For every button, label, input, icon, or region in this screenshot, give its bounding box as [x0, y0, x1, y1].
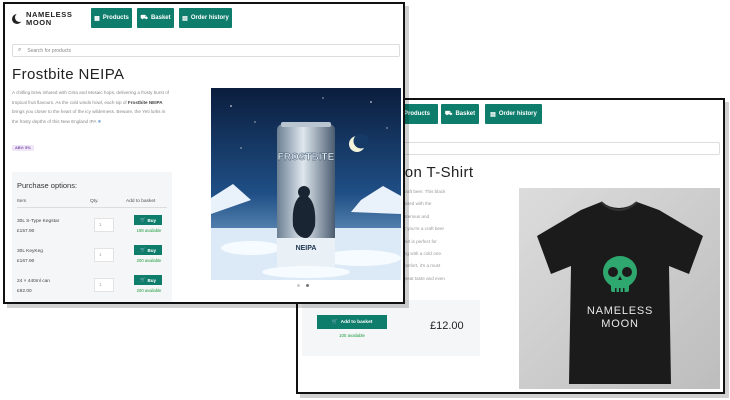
cart-icon: 🛒: [331, 319, 338, 325]
column-item: Item: [17, 199, 27, 204]
description-line: fo craft beer. This black: [398, 189, 446, 194]
neipa-product-image[interactable]: FROSTBITE NEIPA: [211, 88, 401, 280]
stock-available: 198 available: [136, 228, 162, 233]
carousel-dots[interactable]: [297, 284, 309, 287]
stock-available: 200 available: [136, 258, 162, 263]
product-title: Frostbite NEIPA: [12, 66, 125, 83]
moon-logo-icon: [12, 13, 24, 24]
description-line: ther you're a craft beer: [398, 226, 445, 232]
can-label-top: FROSTBITE: [278, 152, 335, 163]
item-name: 30L S-Type Kegstar: [17, 219, 60, 224]
item-price: £92.00: [17, 289, 32, 294]
nav-basket-label: Basket: [150, 15, 171, 21]
nav-basket-label: Basket: [455, 111, 476, 117]
purchase-options-panel: Purchase options: Item Qty. Add to baske…: [12, 172, 172, 302]
abv-badge: ABV: 5%: [12, 145, 34, 151]
buy-button[interactable]: 🛒 Buy: [134, 275, 162, 285]
purchase-panel: 🛒 Add to basket 100 available £12.00: [302, 300, 480, 356]
quantity-input[interactable]: 1: [94, 248, 114, 262]
nav-products-button[interactable]: ▦ Products: [91, 8, 132, 28]
product-description: A chilling brew infused with Citra and M…: [12, 88, 170, 126]
table-row: 24 × 440ml can £92.00 1 🛒 Buy 200 availa…: [12, 275, 172, 302]
item-price: £157.90: [17, 229, 35, 234]
tshirt-product-image: NAMELESS MOON: [519, 188, 720, 389]
search-input[interactable]: [398, 142, 720, 155]
description-bold-text: Frostbite NEIPA: [127, 99, 163, 105]
search-input[interactable]: ⌕ Search for products: [12, 44, 400, 57]
description-line: s shirt is perfect for: [398, 238, 437, 244]
buy-label: Buy: [147, 217, 157, 223]
table-row: 30L S-Type Kegstar £157.90 1 🛒 Buy 198 a…: [12, 215, 172, 245]
description-line: c paired with the: [398, 201, 432, 207]
nav-products-label: Products: [102, 15, 129, 21]
nav-order-history-button[interactable]: ▤ Order history: [179, 8, 232, 28]
description-line: e comfort, it's a must: [398, 263, 441, 269]
order-history-icon: ▤: [490, 111, 496, 118]
sparkle-icon: ❄: [97, 118, 102, 124]
table-divider: [17, 207, 167, 208]
column-add-to-basket: Add to basket: [126, 199, 156, 204]
item-name: 30L KeyKeg: [17, 249, 43, 254]
product-description: fo craft beer. This black c paired with …: [398, 186, 478, 285]
nav-order-history-label: Order history: [190, 15, 229, 21]
stock-available: 100 available: [339, 333, 365, 338]
logo-text: NAMELESS MOON: [26, 11, 72, 27]
cart-icon: 🛒: [139, 217, 146, 222]
description-line: to great taste and even: [398, 275, 445, 281]
nav-products-label: Products: [403, 111, 430, 117]
column-qty: Qty.: [90, 199, 99, 204]
search-icon: ⌕: [18, 47, 22, 53]
basket-icon: ⛟: [444, 111, 453, 117]
basket-icon: ⛟: [140, 15, 148, 21]
buy-button[interactable]: 🛒 Buy: [134, 215, 162, 225]
can-label-bottom: NEIPA: [296, 245, 317, 252]
nav-basket-button[interactable]: ⛟ Basket: [441, 104, 479, 124]
quantity-input[interactable]: 1: [94, 218, 114, 232]
item-name: 24 × 440ml can: [17, 279, 50, 284]
buy-button[interactable]: 🛒 Buy: [134, 245, 162, 255]
table-row: 30L KeyKeg £167.90 1 🛒 Buy 200 available: [12, 245, 172, 275]
purchase-options-heading: Purchase options:: [17, 181, 78, 190]
cart-icon: 🛒: [139, 277, 146, 282]
product-title: oon T-Shirt: [396, 164, 474, 181]
carousel-dot-active[interactable]: [306, 284, 309, 287]
nav-order-history-label: Order history: [498, 111, 537, 117]
products-icon: ▦: [94, 15, 100, 22]
search-placeholder: Search for products: [27, 47, 72, 54]
buy-label: Buy: [147, 247, 157, 253]
description-line: mysterious and: [398, 213, 430, 219]
screenshot-stage: Products ⛟ Basket ▤ Order history oon T-…: [0, 0, 730, 400]
cart-icon: 🛒: [139, 247, 146, 252]
neipa-product-window: NAMELESS MOON ▦ Products ⛟ Basket ▤ Orde…: [3, 2, 405, 304]
add-to-basket-button[interactable]: 🛒 Add to basket: [317, 315, 387, 329]
description-text: brings you closer to the heart of the ic…: [12, 109, 166, 124]
product-price: £12.00: [430, 320, 464, 332]
item-price: £167.90: [17, 259, 35, 264]
description-line: axing with a cold one.: [398, 251, 443, 257]
quantity-input[interactable]: 1: [94, 278, 114, 292]
logo-line2: MOON: [26, 18, 52, 27]
stock-available: 200 available: [136, 288, 162, 293]
nav-order-history-button[interactable]: ▤ Order history: [485, 104, 542, 124]
nav-basket-button[interactable]: ⛟ Basket: [137, 8, 174, 28]
nameless-moon-logo[interactable]: NAMELESS MOON: [12, 11, 72, 27]
order-history-icon: ▤: [182, 15, 188, 22]
carousel-dot[interactable]: [297, 284, 300, 287]
buy-label: Buy: [147, 277, 157, 283]
shirt-print-line1: NAMELESS: [587, 305, 653, 317]
add-to-basket-label: Add to basket: [340, 319, 373, 325]
shirt-print-line2: MOON: [601, 318, 638, 330]
